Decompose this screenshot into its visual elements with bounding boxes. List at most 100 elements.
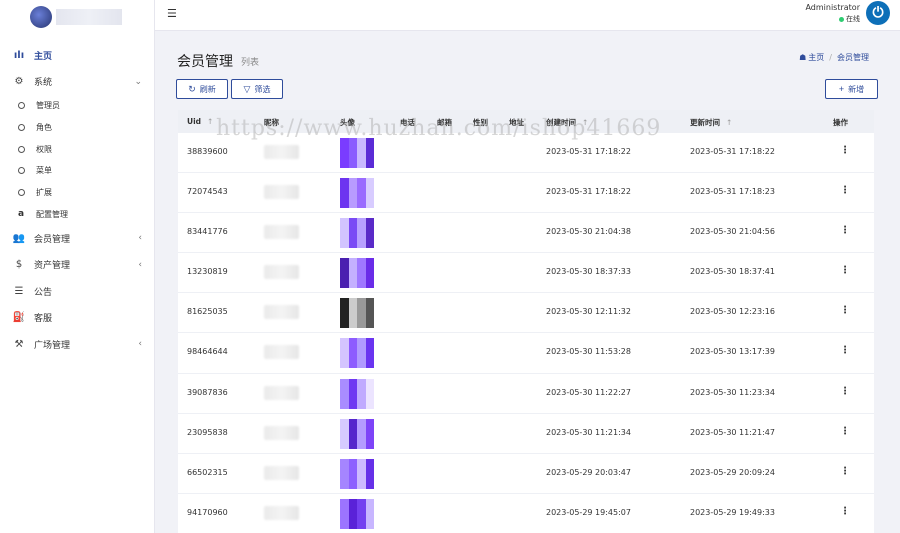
user-avatar[interactable] — [340, 178, 374, 209]
sidebar-item-permission[interactable]: 权限 — [0, 138, 154, 160]
more-vertical-icon[interactable]: ⋮ — [840, 345, 850, 356]
circle-icon — [18, 167, 25, 175]
refresh-button[interactable]: ↻ 刷新 — [176, 79, 228, 99]
page-title: 会员管理 — [177, 54, 233, 70]
add-button[interactable]: + 新增 — [825, 79, 878, 99]
sidebar-item-extend[interactable]: 扩展 — [0, 182, 154, 204]
nickname-blurred — [264, 385, 299, 400]
chevron-icon[interactable]: ‹ — [138, 233, 142, 243]
sidebar-item-asset[interactable]: $ 资产管理 ‹ — [0, 252, 154, 279]
chevron-icon[interactable]: ‹ — [138, 260, 142, 270]
circle-icon — [18, 145, 25, 153]
sidebar-item-square[interactable]: ⚒ 广场管理 ‹ — [0, 331, 154, 358]
sidebar-item-label: 管理员 — [36, 101, 60, 111]
sidebar-item-notice[interactable]: ☰ 公告 — [0, 278, 154, 305]
table-row[interactable]: 94170960 2023-05-29 19:45:07 2023-05-29 19… — [178, 493, 874, 533]
uid-cell: 83441776 — [187, 227, 228, 237]
more-vertical-icon[interactable]: ⋮ — [840, 225, 850, 236]
created-time-cell: 2023-05-29 19:45:07 — [546, 507, 631, 517]
sidebar-item-label: 资产管理 — [34, 261, 71, 272]
sidebar-item-service[interactable]: ⛽ 客服 — [0, 305, 154, 332]
user-avatar[interactable] — [340, 418, 374, 449]
user-avatar[interactable] — [340, 378, 374, 409]
logo-text-blurred — [56, 9, 122, 25]
user-name[interactable]: Administrator — [805, 3, 860, 12]
topbar: ☰ Administrator 在线 ⏻ — [155, 0, 900, 31]
column-updated[interactable]: 更新时间 ↑ — [690, 117, 732, 128]
sidebar-item-menu[interactable]: 菜单 — [0, 160, 154, 182]
more-vertical-icon[interactable]: ⋮ — [840, 185, 850, 196]
sidebar-item-admin[interactable]: 管理员 — [0, 95, 154, 117]
user-avatar[interactable] — [340, 498, 374, 529]
table-row[interactable]: 83441776 2023-05-30 21:04:38 2023-05-30 21… — [178, 213, 874, 254]
table-row[interactable]: 98464644 2023-05-30 11:53:28 2023-05-30 13… — [178, 333, 874, 374]
column-actions: 操作 — [833, 118, 848, 127]
more-vertical-icon[interactable]: ⋮ — [840, 466, 850, 477]
nickname-blurred — [264, 145, 299, 159]
user-avatar[interactable] — [340, 138, 374, 168]
more-vertical-icon[interactable]: ⋮ — [840, 305, 850, 316]
created-time-cell: 2023-05-30 18:37:33 — [546, 267, 631, 277]
sidebar-item-config[interactable]: a 配置管理 — [0, 203, 154, 225]
users-icon: 👥 — [12, 232, 26, 244]
dashboard-icon: ☗ — [799, 53, 807, 62]
more-vertical-icon[interactable]: ⋮ — [840, 265, 850, 276]
more-vertical-icon[interactable]: ⋮ — [840, 426, 850, 437]
sidebar-item-home[interactable]: ılı 主页 — [0, 42, 154, 69]
uid-cell: 13230819 — [187, 267, 228, 277]
table-row[interactable]: 72074543 2023-05-31 17:18:22 2023-05-31 17… — [178, 173, 874, 214]
nickname-blurred — [264, 425, 299, 440]
sidebar-menu: ılı 主页 ⚙ 系统 ⌄ 管理员 角色 权限 菜单 扩展 a 配置管理 👥 会员管理 ‹ $ 资产管理 ‹ ☰ 公告… — [0, 34, 154, 358]
sidebar-item-role[interactable]: 角色 — [0, 117, 154, 139]
updated-time-cell: 2023-05-29 19:49:33 — [690, 507, 775, 517]
sidebar-item-label: 客服 — [34, 314, 53, 325]
table-row[interactable]: 38839600 2023-05-31 17:18:22 2023-05-31 17… — [178, 133, 874, 174]
breadcrumb-current[interactable]: 会员管理 — [837, 52, 869, 63]
uid-cell: 66502315 — [187, 467, 228, 477]
circle-icon — [18, 189, 25, 197]
created-time-cell: 2023-05-29 20:03:47 — [546, 467, 631, 477]
created-time-cell: 2023-05-31 17:18:22 — [546, 147, 631, 156]
sort-icon[interactable]: ↑ — [207, 117, 213, 126]
sidebar-item-system[interactable]: ⚙ 系统 ⌄ — [0, 69, 154, 96]
bar-chart-icon: ılı — [13, 49, 25, 61]
nickname-blurred — [264, 185, 299, 200]
table-row[interactable]: 39087836 2023-05-30 11:22:27 2023-05-30 11… — [178, 373, 874, 414]
updated-time-cell: 2023-05-30 18:37:41 — [690, 267, 775, 277]
filter-button[interactable]: ▽ 筛选 — [231, 79, 283, 99]
column-uid[interactable]: Uid ↑ — [187, 117, 213, 126]
user-avatar[interactable] — [340, 458, 374, 489]
updated-time-cell: 2023-05-30 11:23:34 — [690, 387, 775, 397]
more-vertical-icon[interactable]: ⋮ — [840, 506, 850, 517]
created-time-cell: 2023-05-30 11:21:34 — [546, 427, 631, 437]
chevron-icon[interactable]: ‹ — [138, 339, 142, 349]
nickname-blurred — [264, 505, 299, 520]
power-icon[interactable]: ⏻ — [866, 1, 890, 25]
square-icon: ⚒ — [14, 338, 24, 350]
user-avatar[interactable] — [340, 338, 374, 369]
logo-mark — [30, 6, 52, 28]
column-avatar: 头像 — [340, 118, 355, 127]
sidebar-item-member[interactable]: 👥 会员管理 ‹ — [0, 225, 154, 252]
table-row[interactable]: 81625035 2023-05-30 12:11:32 2023-05-30 12… — [178, 293, 874, 334]
table-row[interactable]: 66502315 2023-05-29 20:03:47 2023-05-29 20… — [178, 453, 874, 494]
updated-time-cell: 2023-05-30 12:23:16 — [690, 307, 775, 317]
sidebar-item-label: 权限 — [36, 144, 52, 154]
hamburger-icon[interactable]: ☰ — [167, 7, 177, 20]
chevron-icon[interactable]: ⌄ — [134, 77, 142, 87]
user-avatar[interactable] — [340, 218, 374, 249]
column-created[interactable]: 创建时间 ↑ — [546, 117, 588, 128]
nickname-blurred — [264, 465, 299, 480]
table-body: 38839600 2023-05-31 17:18:22 2023-05-31 17… — [178, 133, 874, 533]
more-vertical-icon[interactable]: ⋮ — [840, 386, 850, 397]
breadcrumb-home[interactable]: 主页 — [808, 52, 824, 63]
user-avatar[interactable] — [340, 298, 374, 329]
sidebar-item-label: 配置管理 — [36, 209, 68, 219]
table-row[interactable]: 13230819 2023-05-30 18:37:33 2023-05-30 18… — [178, 253, 874, 294]
more-vertical-icon[interactable]: ⋮ — [840, 145, 850, 156]
logo[interactable] — [0, 0, 154, 34]
user-avatar[interactable] — [340, 258, 374, 289]
sort-icon[interactable]: ↑ — [582, 118, 588, 127]
sort-icon[interactable]: ↑ — [726, 118, 732, 127]
table-row[interactable]: 23095838 2023-05-30 11:21:34 2023-05-30 11… — [178, 413, 874, 454]
